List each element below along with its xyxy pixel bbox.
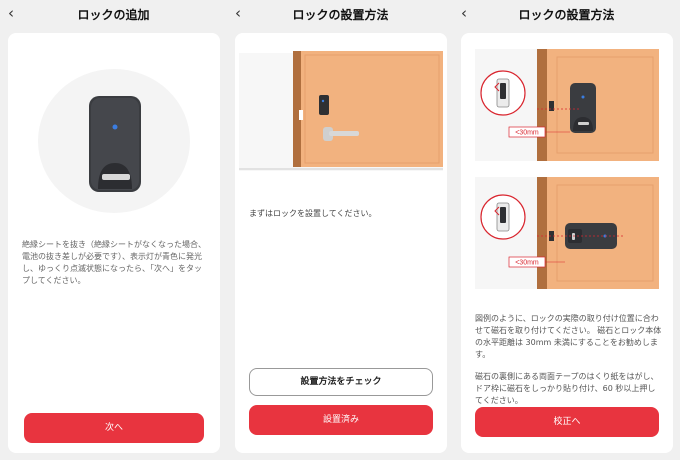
- header: ‹ ロックの設置方法: [227, 0, 454, 30]
- calibrate-button[interactable]: 校正へ: [475, 407, 659, 437]
- magnet: [549, 101, 554, 111]
- magnet-instruction-1: 図例のように、ロックの実際の取り付け位置に合わせて磁石を取り付けてください。 磁…: [475, 314, 662, 359]
- header: ‹ ロックの設置方法: [453, 0, 680, 30]
- check-install-method-button[interactable]: 設置方法をチェック: [249, 368, 433, 396]
- setup-description: 絶縁シートを抜き（絶縁シートがなくなった場合、電池の抜き差しが必要です）、表示灯…: [22, 240, 206, 285]
- content-card: 絶縁シートを抜き（絶縁シートがなくなった場合、電池の抜き差しが必要です）、表示灯…: [8, 33, 220, 453]
- door-lock-illustration: [235, 33, 447, 183]
- horizontal-install-diagram: <30mm: [475, 177, 659, 289]
- lock-device-illustration: [38, 69, 190, 213]
- page-title: ロックの追加: [77, 8, 150, 22]
- header: ‹ ロックの追加: [0, 0, 227, 30]
- page-title: ロックの設置方法: [292, 8, 389, 22]
- content-card: <30mm <30mm 図例のように、ロックの実際の取り付け位置に合わせて磁石を…: [461, 33, 673, 453]
- distance-label-bottom: <30mm: [515, 260, 539, 267]
- indicator-light-icon: [112, 124, 118, 130]
- next-button[interactable]: 次へ: [24, 413, 204, 443]
- page-title: ロックの設置方法: [518, 8, 615, 22]
- distance-label-top: <30mm: [515, 130, 539, 137]
- vertical-install-diagram: <30mm: [475, 49, 659, 161]
- screen-add-lock: ‹ ロックの追加 絶縁シートを抜き（絶縁シートがなくなった場合、電池の抜き差しが…: [0, 0, 227, 460]
- magnet-instruction-2: 磁石の裏側にある両面テープのはくり紙をはがし、ドア枠に磁石をしっかり貼り付け、6…: [475, 372, 659, 405]
- install-instruction: まずはロックを設置してください。: [249, 209, 377, 218]
- content-card: まずはロックを設置してください。 設置方法をチェック 設置済み: [235, 33, 447, 453]
- lock-body: [319, 95, 329, 115]
- screen-install-method: ‹ ロックの設置方法 まずはロックを設置してください。 設置方法をチェック 設置…: [227, 0, 454, 460]
- door-handle: [329, 131, 359, 136]
- door-frame: [293, 51, 301, 167]
- installed-button[interactable]: 設置済み: [249, 405, 433, 435]
- screen-magnet-install: ‹ ロックの設置方法 <30mm <30mm 図例のように、ロックの実際の取り付…: [453, 0, 680, 460]
